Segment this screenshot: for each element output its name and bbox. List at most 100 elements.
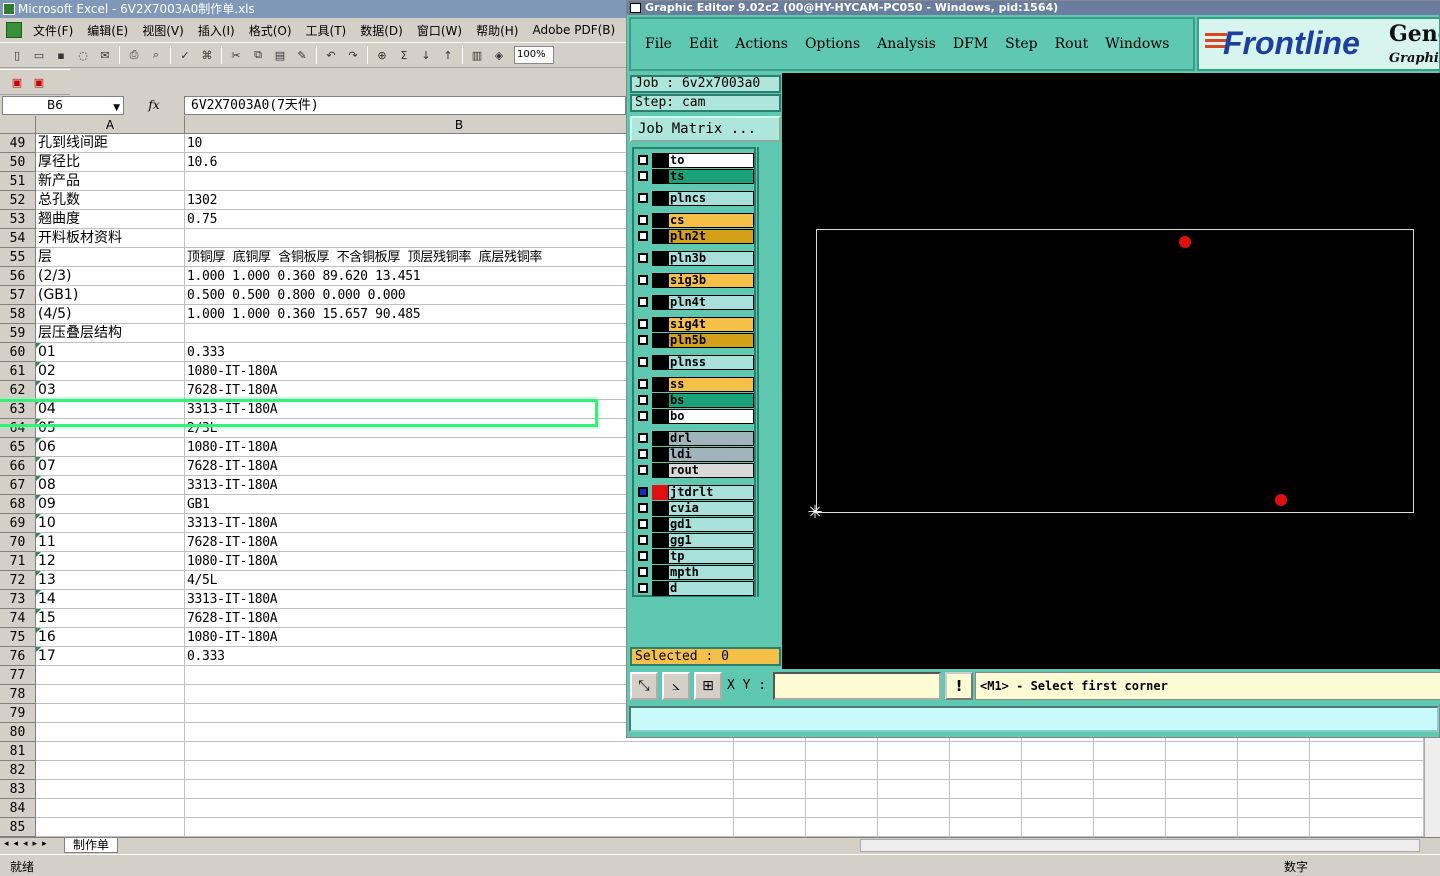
layer-row[interactable]: bs (636, 393, 754, 408)
cell[interactable] (734, 818, 806, 837)
cell[interactable] (1094, 818, 1166, 837)
select-all-corner[interactable] (0, 116, 36, 134)
column-header-a[interactable]: A (36, 116, 185, 134)
row-header[interactable]: 81 (0, 742, 36, 761)
cell[interactable] (734, 742, 806, 761)
layer-row[interactable]: d (636, 581, 754, 596)
layer-name[interactable]: cs (668, 213, 754, 228)
layer-name[interactable]: gg1 (668, 533, 754, 548)
excel-menu-item[interactable]: 插入(I) (191, 22, 242, 39)
layer-row[interactable]: bo (636, 409, 754, 424)
layer-swatch[interactable] (652, 169, 668, 184)
genesis-menu-item[interactable]: Edit (689, 36, 718, 52)
cell-a[interactable]: (2/3) (36, 267, 185, 286)
fx-label[interactable]: fx (124, 98, 184, 112)
layer-name[interactable]: tp (668, 549, 754, 564)
layer-row[interactable]: ldi (636, 447, 754, 462)
cell[interactable] (1022, 818, 1094, 837)
chart-wizard-icon[interactable]: ▥ (468, 46, 486, 64)
layer-row[interactable]: ss (636, 377, 754, 392)
permission-icon[interactable]: ◌ (74, 46, 92, 64)
cell[interactable] (806, 780, 878, 799)
pdf-convert-icon[interactable]: ▣ (8, 73, 26, 91)
layer-name[interactable]: cvia (668, 501, 754, 516)
cell-a[interactable]: 03 (36, 381, 185, 400)
print-icon[interactable]: ⎙ (125, 46, 143, 64)
cell[interactable] (878, 761, 950, 780)
cell[interactable] (878, 780, 950, 799)
layer-checkbox[interactable] (638, 335, 648, 345)
cell-a[interactable]: 02 (36, 362, 185, 381)
layer-row[interactable]: cs (636, 213, 754, 228)
layer-checkbox[interactable] (638, 231, 648, 241)
layer-swatch[interactable] (652, 295, 668, 310)
row-header[interactable]: 78 (0, 685, 36, 704)
layer-name[interactable]: ts (668, 169, 754, 184)
cell[interactable] (1166, 780, 1238, 799)
excel-menu-item[interactable]: 编辑(E) (80, 22, 135, 39)
layer-row[interactable]: to (636, 153, 754, 168)
layer-checkbox[interactable] (638, 535, 648, 545)
layer-checkbox[interactable] (638, 215, 648, 225)
cell-b[interactable] (185, 761, 734, 780)
layer-name[interactable]: rout (668, 463, 754, 478)
cell[interactable] (806, 742, 878, 761)
layer-name[interactable]: to (668, 153, 754, 168)
chevron-down-icon[interactable]: ▼ (113, 100, 120, 117)
layer-row[interactable]: tp (636, 549, 754, 564)
row-header[interactable]: 82 (0, 761, 36, 780)
cell[interactable] (878, 818, 950, 837)
layer-row[interactable]: mpth (636, 565, 754, 580)
excel-menu-item[interactable]: 窗口(W) (410, 22, 469, 39)
cell-a[interactable]: 翘曲度 (36, 210, 185, 229)
layer-swatch[interactable] (652, 549, 668, 564)
layer-name[interactable]: gd1 (668, 517, 754, 532)
layer-name[interactable]: sig4t (668, 317, 754, 332)
zoom-window-button[interactable]: ⤡ (630, 672, 658, 700)
row-header[interactable]: 84 (0, 799, 36, 818)
layer-checkbox[interactable] (638, 465, 648, 475)
layer-checkbox[interactable] (638, 487, 648, 497)
row-header[interactable]: 65 (0, 438, 36, 457)
layer-swatch[interactable] (652, 317, 668, 332)
layer-name[interactable]: drl (668, 431, 754, 446)
measure-button[interactable]: ⦣ (662, 672, 690, 700)
layer-name[interactable]: plnss (668, 355, 754, 370)
cell[interactable] (1310, 742, 1424, 761)
cell[interactable] (1022, 761, 1094, 780)
cell-a[interactable]: (GB1) (36, 286, 185, 305)
layer-checkbox[interactable] (638, 567, 648, 577)
cell-a[interactable]: 12 (36, 552, 185, 571)
row-header[interactable]: 79 (0, 704, 36, 723)
layer-name[interactable]: mpth (668, 565, 754, 580)
layer-swatch[interactable] (652, 251, 668, 266)
cell-a[interactable] (36, 761, 185, 780)
layer-name[interactable]: ldi (668, 447, 754, 462)
graphic-canvas[interactable]: ✳ (782, 73, 1440, 669)
excel-menu-item[interactable]: 格式(O) (242, 22, 299, 39)
cell[interactable] (950, 742, 1022, 761)
row-header[interactable]: 75 (0, 628, 36, 647)
cell[interactable] (1238, 780, 1310, 799)
cell-a[interactable] (36, 723, 185, 742)
layer-swatch[interactable] (652, 485, 668, 500)
cell-a[interactable]: 层压叠层结构 (36, 324, 185, 343)
cell[interactable] (950, 761, 1022, 780)
layer-row[interactable]: sig3b (636, 273, 754, 288)
sort-descending-icon[interactable]: ↑ (439, 46, 457, 64)
row-header[interactable]: 52 (0, 191, 36, 210)
layer-row[interactable]: sig4t (636, 317, 754, 332)
layer-swatch[interactable] (652, 501, 668, 516)
layer-swatch[interactable] (652, 229, 668, 244)
row-header[interactable]: 85 (0, 818, 36, 837)
layer-row[interactable]: cvia (636, 501, 754, 516)
spelling-icon[interactable]: ✓ (176, 46, 194, 64)
cell[interactable] (950, 799, 1022, 818)
layer-checkbox[interactable] (638, 411, 648, 421)
layer-name[interactable]: bs (668, 393, 754, 408)
cell[interactable] (1166, 818, 1238, 837)
cell-a[interactable]: 14 (36, 590, 185, 609)
cell-b[interactable] (185, 780, 734, 799)
layer-swatch[interactable] (652, 447, 668, 462)
row-header[interactable]: 74 (0, 609, 36, 628)
